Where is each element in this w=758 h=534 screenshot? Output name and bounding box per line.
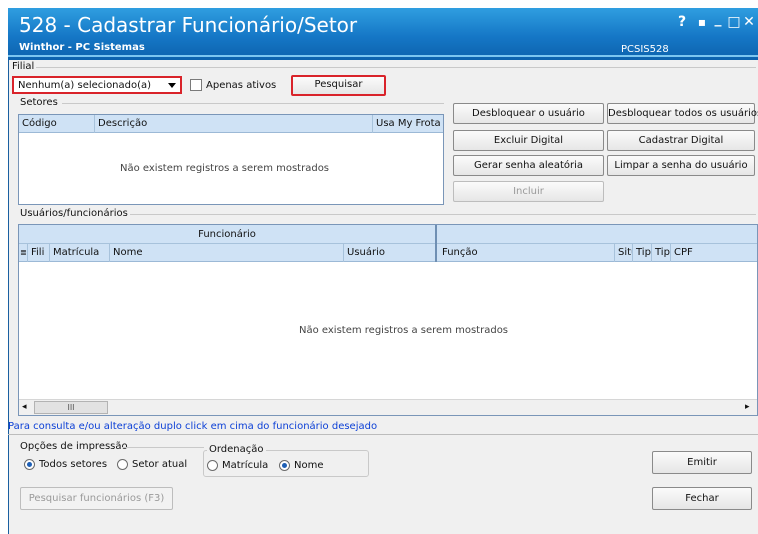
filial-label: Filial [12, 61, 35, 72]
setores-grid[interactable]: Código Descrição Usa My Frota Não existe… [18, 114, 444, 205]
column-header-matricula[interactable]: Matrícula [50, 244, 110, 262]
help-button[interactable]: ? [672, 14, 692, 30]
setores-empty-message: Não existem registros a serem mostrados [120, 163, 330, 174]
scroll-left-icon[interactable]: ◂ [22, 402, 27, 412]
apenas-ativos-label: Apenas ativos [206, 80, 277, 91]
column-chooser-icon[interactable]: ≣ [19, 244, 28, 262]
limpar-senha-button[interactable]: Limpar a senha do usuário [607, 155, 755, 176]
pesquisar-funcionarios-button[interactable]: Pesquisar funcionários (F3) [20, 487, 173, 510]
title-bar: 528 - Cadastrar Funcionário/Setor Wintho… [8, 8, 758, 60]
horizontal-scrollbar[interactable]: ◂ III ▸ [19, 399, 757, 415]
usuarios-grid-header: ≣ Fili Matrícula Nome Usuário Função Sit… [19, 244, 757, 262]
usuarios-label: Usuários/funcionários [20, 208, 128, 219]
radio-matricula[interactable] [207, 460, 218, 471]
fechar-button[interactable]: Fechar [652, 487, 752, 510]
scrollbar-thumb[interactable]: III [34, 401, 108, 414]
usuarios-grid[interactable]: Funcionário ≣ Fili Matrícula Nome Usuári… [18, 224, 758, 416]
column-header-situacao[interactable]: Situ [615, 244, 633, 262]
opcoes-impressao-group-line [122, 447, 204, 448]
window-subtitle: Winthor - PC Sistemas [19, 42, 145, 53]
pesquisar-button[interactable]: Pesquisar [291, 75, 386, 96]
column-header-nome[interactable]: Nome [110, 244, 344, 262]
setor-atual-label: Setor atual [132, 459, 188, 470]
setores-grid-header: Código Descrição Usa My Frota [19, 115, 443, 133]
column-group-funcionario: Funcionário [19, 225, 437, 244]
usuarios-group-line [130, 214, 756, 215]
gerar-senha-button[interactable]: Gerar senha aleatória [453, 155, 604, 176]
scroll-right-icon[interactable]: ▸ [745, 402, 750, 412]
desbloquear-usuario-button[interactable]: Desbloquear o usuário [453, 103, 604, 124]
column-header-filial[interactable]: Fili [28, 244, 50, 262]
title-separator [8, 55, 758, 57]
filial-select-value: Nenhum(a) selecionado(a) [18, 80, 152, 91]
incluir-button[interactable]: Incluir [453, 181, 604, 202]
radio-nome[interactable] [279, 460, 290, 471]
filial-select[interactable]: Nenhum(a) selecionado(a) [12, 76, 182, 94]
hint-separator [8, 434, 758, 435]
column-header-tipo-1[interactable]: Tip [633, 244, 652, 262]
todos-setores-label: Todos setores [39, 459, 108, 470]
setores-label: Setores [20, 97, 58, 108]
radio-setor-atual[interactable] [117, 459, 128, 470]
filial-group-line [36, 67, 756, 68]
emitir-button[interactable]: Emitir [652, 451, 752, 474]
hint-text: Para consulta e/ou alteração duplo click… [8, 421, 378, 432]
column-header-usuario[interactable]: Usuário [344, 244, 437, 262]
column-header-usa-my-frota[interactable]: Usa My Frota [373, 115, 443, 133]
chevron-down-icon [168, 83, 176, 88]
setores-group-line [62, 103, 444, 104]
column-header-tipo-2[interactable]: Tip [652, 244, 671, 262]
column-header-cpf[interactable]: CPF [671, 244, 757, 262]
usuarios-empty-message: Não existem registros a serem mostrados [299, 325, 509, 336]
desbloquear-todos-button[interactable]: Desbloquear todos os usuários [607, 103, 758, 124]
nome-label: Nome [294, 460, 324, 471]
close-button[interactable]: ✕ [739, 14, 758, 30]
column-header-codigo[interactable]: Código [19, 115, 95, 133]
column-header-funcao[interactable]: Função [439, 244, 615, 262]
matricula-label: Matrícula [222, 460, 269, 471]
routine-code: PCSIS528 [621, 44, 669, 55]
ordenacao-label: Ordenação [207, 444, 266, 455]
radio-todos-setores[interactable] [24, 459, 35, 470]
excluir-digital-button[interactable]: Excluir Digital [453, 130, 604, 151]
cadastrar-digital-button[interactable]: Cadastrar Digital [607, 130, 755, 151]
window-title: 528 - Cadastrar Funcionário/Setor [19, 13, 358, 37]
opcoes-impressao-label: Opções de impressão [20, 441, 128, 452]
usuarios-group-header-row: Funcionário [19, 225, 757, 244]
apenas-ativos-checkbox[interactable] [190, 79, 202, 91]
column-header-descricao[interactable]: Descrição [95, 115, 373, 133]
